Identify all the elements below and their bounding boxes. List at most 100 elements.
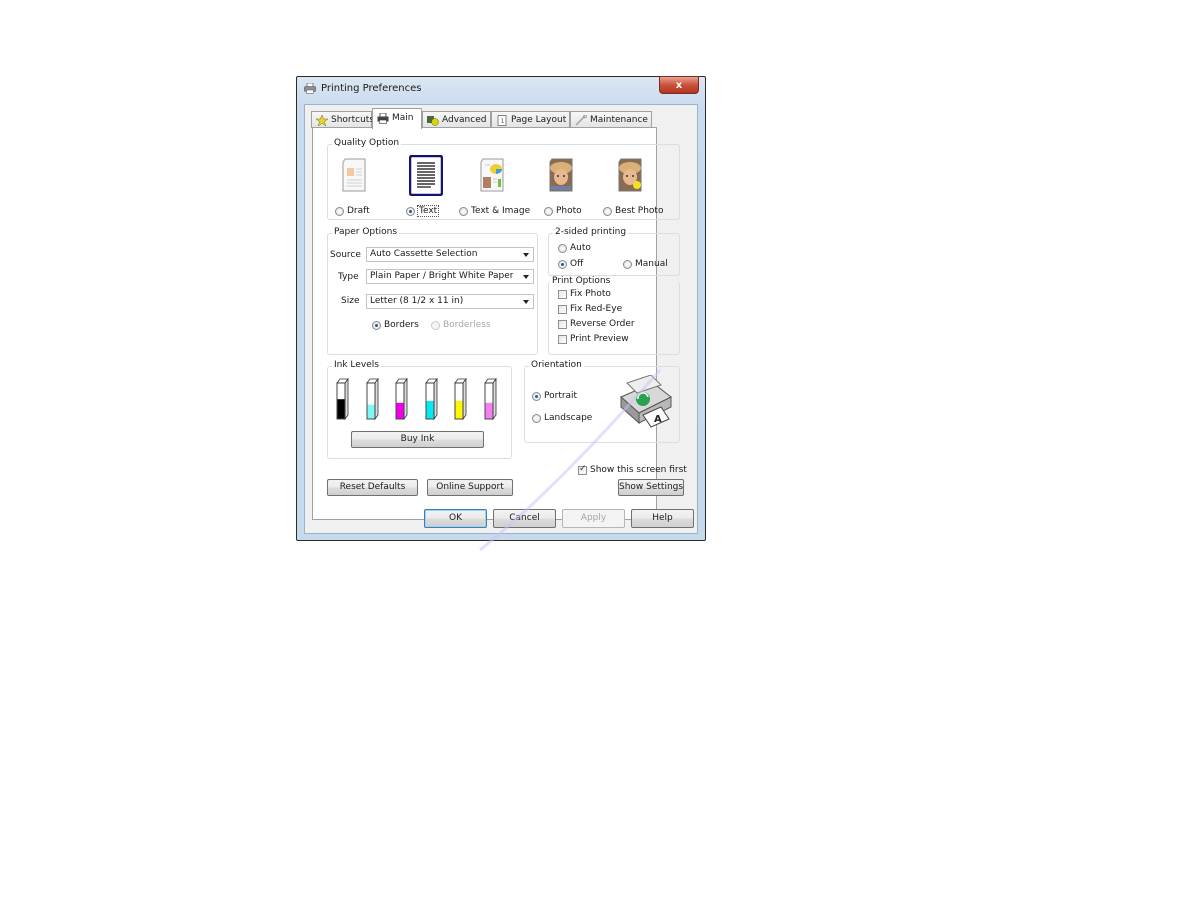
page-layout-icon: 1 — [497, 115, 507, 126]
quality-text-image-radio[interactable] — [459, 207, 468, 216]
source-select[interactable]: Auto Cassette Selection — [366, 247, 534, 262]
show-settings-button[interactable]: Show Settings — [618, 479, 684, 496]
fix-red-eye-label[interactable]: Fix Red-Eye — [570, 304, 622, 314]
two-sided-printing-group: 2-sided printing Auto Off Manual — [548, 227, 680, 276]
tab-advanced[interactable]: Advanced — [422, 111, 491, 128]
ink-level-fill — [396, 402, 404, 419]
borders-label[interactable]: Borders — [384, 320, 419, 330]
quality-text-label[interactable]: Text — [417, 205, 440, 217]
ink-tank-light-magenta — [483, 378, 497, 420]
tab-maintenance[interactable]: Maintenance — [570, 111, 652, 128]
quality-text-radio[interactable] — [406, 207, 415, 216]
ink-tank-magenta — [395, 378, 408, 420]
print-options-group: Print Options Fix Photo Fix Red-Eye Reve… — [548, 276, 680, 355]
paper-options-label: Paper Options — [332, 227, 400, 237]
ink-tank-black — [336, 378, 349, 420]
size-label: Size — [341, 296, 360, 306]
draft-quality-icon[interactable] — [340, 157, 368, 193]
ink-tank-side — [344, 378, 349, 420]
ink-levels-label: Ink Levels — [332, 360, 381, 370]
paper-options-group: Paper Options Source Auto Cassette Selec… — [327, 227, 538, 355]
reverse-order-checkbox[interactable] — [558, 320, 567, 329]
quality-option-label: Quality Option — [332, 138, 402, 148]
help-button[interactable]: Help — [631, 509, 694, 528]
type-value: Plain Paper / Bright White Paper — [370, 271, 514, 281]
fix-photo-checkbox[interactable] — [558, 290, 567, 299]
borders-radio[interactable] — [372, 321, 381, 330]
size-select[interactable]: Letter (8 1/2 x 11 in) — [366, 294, 534, 309]
tab-page-layout[interactable]: 1 Page Layout — [491, 111, 570, 128]
quality-option-group: Quality Option Draft Text Text & Image P… — [327, 138, 680, 220]
quality-photo-radio[interactable] — [544, 207, 553, 216]
close-button[interactable]: x — [659, 76, 699, 94]
landscape-label[interactable]: Landscape — [544, 413, 592, 423]
show-screen-first-label[interactable]: Show this screen first — [590, 465, 687, 475]
printing-preferences-window: Printing Preferences x Shortcuts Main Ad… — [296, 76, 706, 541]
ink-tank-cyan — [424, 378, 438, 420]
text-and-image-quality-icon[interactable] — [478, 157, 506, 193]
two-sided-off-radio[interactable] — [558, 260, 567, 269]
two-sided-manual-radio[interactable] — [623, 260, 632, 269]
fix-photo-label[interactable]: Fix Photo — [570, 289, 611, 299]
svg-text:A: A — [654, 414, 662, 425]
ink-tank-light-cyan — [365, 378, 379, 420]
quality-best-photo-label[interactable]: Best Photo — [615, 206, 663, 216]
quality-text-image-label[interactable]: Text & Image — [471, 206, 530, 216]
buy-ink-button[interactable]: Buy Ink — [351, 431, 484, 448]
two-sided-manual-label[interactable]: Manual — [635, 259, 668, 269]
borderless-radio — [431, 321, 440, 330]
window-title: Printing Preferences — [321, 83, 422, 94]
ink-tank-side — [433, 378, 437, 420]
ink-level-fill — [485, 402, 492, 419]
fix-red-eye-checkbox[interactable] — [558, 305, 567, 314]
quality-photo-label[interactable]: Photo — [556, 206, 582, 216]
ink-tank-side — [403, 378, 408, 420]
cancel-button[interactable]: Cancel — [493, 509, 556, 528]
close-icon: x — [675, 80, 683, 91]
tab-main[interactable]: Main — [372, 108, 422, 129]
tab-label: Advanced — [442, 115, 487, 125]
tab-label: Page Layout — [511, 115, 567, 125]
portrait-label[interactable]: Portrait — [544, 391, 577, 401]
chevron-down-icon — [523, 253, 529, 257]
ink-tank-side — [374, 378, 378, 420]
source-value: Auto Cassette Selection — [370, 249, 478, 259]
two-sided-off-label[interactable]: Off — [570, 259, 583, 269]
quality-draft-radio[interactable] — [335, 207, 344, 216]
wrench-icon — [575, 115, 587, 126]
two-sided-auto-label[interactable]: Auto — [570, 243, 591, 253]
two-sided-printing-label: 2-sided printing — [553, 227, 629, 237]
best-photo-quality-icon[interactable] — [616, 157, 644, 193]
dialog-client-area: Shortcuts Main Advanced 1 Page Layout Ma… — [304, 104, 698, 534]
text-quality-icon[interactable] — [409, 155, 443, 196]
advanced-settings-icon — [427, 116, 439, 126]
svg-text:1: 1 — [501, 118, 505, 125]
tab-shortcuts[interactable]: Shortcuts — [311, 111, 374, 128]
print-preview-label[interactable]: Print Preview — [570, 334, 629, 344]
ink-level-fill — [337, 399, 345, 419]
quality-draft-label[interactable]: Draft — [347, 206, 370, 216]
ink-level-fill — [426, 401, 433, 419]
ink-tank-yellow — [454, 378, 467, 420]
ink-tank-side — [462, 378, 467, 420]
reverse-order-label[interactable]: Reverse Order — [570, 319, 635, 329]
quality-best-photo-radio[interactable] — [603, 207, 612, 216]
reset-defaults-button[interactable]: Reset Defaults — [327, 479, 418, 496]
online-support-button[interactable]: Online Support — [427, 479, 513, 496]
tab-label: Main — [392, 113, 414, 123]
print-preview-checkbox[interactable] — [558, 335, 567, 344]
ok-button[interactable]: OK — [424, 509, 487, 528]
star-icon — [316, 115, 328, 126]
show-screen-first-checkbox[interactable] — [578, 464, 587, 475]
photo-quality-icon[interactable] — [547, 157, 575, 193]
apply-button: Apply — [562, 509, 625, 528]
type-label: Type — [338, 272, 359, 282]
chevron-down-icon — [523, 300, 529, 304]
size-value: Letter (8 1/2 x 11 in) — [370, 296, 464, 306]
type-select[interactable]: Plain Paper / Bright White Paper — [366, 269, 534, 284]
printer-icon — [304, 83, 316, 94]
landscape-radio[interactable] — [532, 414, 541, 423]
portrait-radio[interactable] — [532, 392, 541, 401]
two-sided-auto-radio[interactable] — [558, 244, 567, 253]
print-options-label: Print Options — [550, 276, 613, 286]
